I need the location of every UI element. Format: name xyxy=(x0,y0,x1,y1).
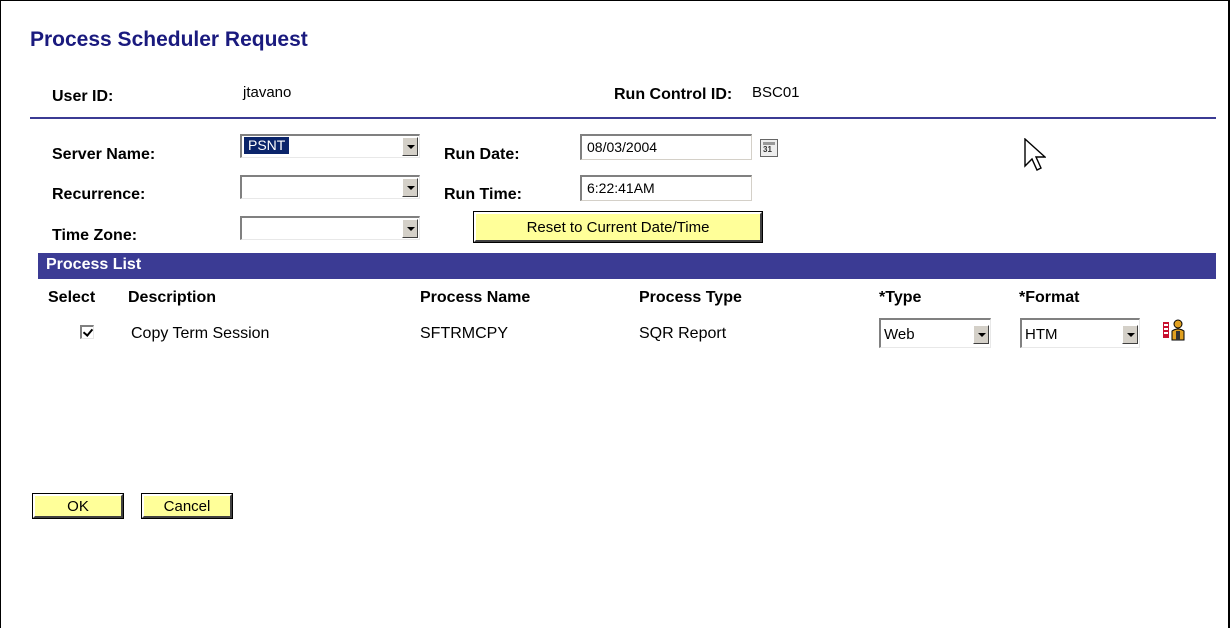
run-date-label: Run Date: xyxy=(444,146,520,163)
process-list-header: Process List xyxy=(38,253,1216,279)
column-header-process-type: Process Type xyxy=(639,289,742,306)
chevron-down-icon[interactable] xyxy=(973,325,989,344)
distribution-icon[interactable] xyxy=(1162,318,1188,342)
reset-date-time-button[interactable]: Reset to Current Date/Time xyxy=(473,211,763,243)
chevron-down-icon[interactable] xyxy=(402,137,418,156)
header-divider xyxy=(30,117,1216,119)
type-value: Web xyxy=(884,326,915,343)
column-header-description: Description xyxy=(128,289,217,306)
column-header-type: *Type xyxy=(879,289,922,306)
format-select[interactable]: HTM xyxy=(1020,318,1140,348)
description-cell: Copy Term Session xyxy=(131,325,270,342)
format-value: HTM xyxy=(1025,326,1058,343)
server-name-label: Server Name: xyxy=(52,146,156,163)
type-select[interactable]: Web xyxy=(879,318,991,348)
run-date-field[interactable]: 08/03/2004 xyxy=(580,134,752,160)
user-id-label: User ID: xyxy=(52,88,114,105)
time-zone-label: Time Zone: xyxy=(52,227,138,244)
column-header-format: *Format xyxy=(1019,289,1080,306)
mouse-pointer-icon xyxy=(1024,138,1046,171)
page-title: Process Scheduler Request xyxy=(30,28,308,51)
run-time-field[interactable]: 6:22:41AM xyxy=(580,175,752,201)
calendar-icon[interactable]: 31 xyxy=(760,139,778,157)
server-name-value: PSNT xyxy=(244,137,290,154)
column-header-select: Select xyxy=(48,289,96,306)
user-id-value: jtavano xyxy=(243,84,292,101)
recurrence-select[interactable] xyxy=(240,175,420,199)
run-time-label: Run Time: xyxy=(444,186,522,203)
process-name-cell: SFTRMCPY xyxy=(420,325,508,342)
select-checkbox[interactable] xyxy=(80,325,94,339)
run-control-id-label: Run Control ID: xyxy=(614,86,733,103)
ok-button[interactable]: OK xyxy=(32,493,124,519)
time-zone-select[interactable] xyxy=(240,216,420,240)
cancel-button[interactable]: Cancel xyxy=(141,493,233,519)
chevron-down-icon[interactable] xyxy=(402,219,418,238)
recurrence-label: Recurrence: xyxy=(52,186,146,203)
server-name-select[interactable]: PSNT xyxy=(240,134,420,158)
process-type-cell: SQR Report xyxy=(639,325,727,342)
chevron-down-icon[interactable] xyxy=(402,178,418,197)
chevron-down-icon[interactable] xyxy=(1122,325,1138,344)
run-control-id-value: BSC01 xyxy=(752,84,800,101)
column-header-process-name: Process Name xyxy=(420,289,531,306)
